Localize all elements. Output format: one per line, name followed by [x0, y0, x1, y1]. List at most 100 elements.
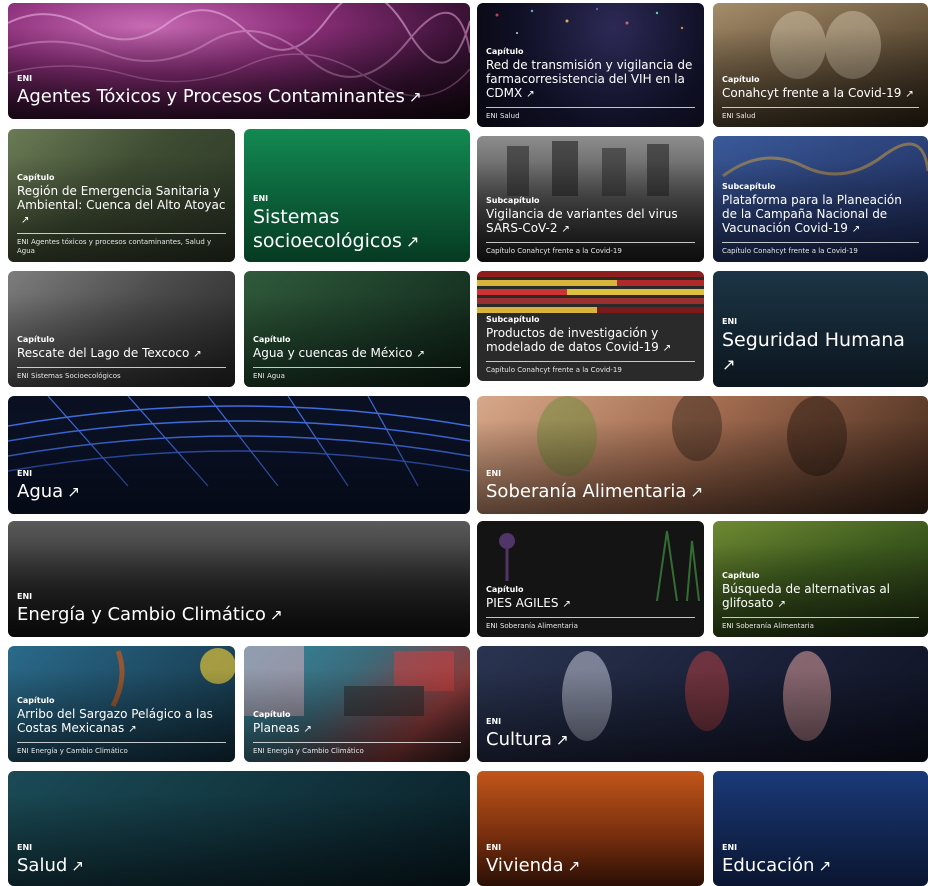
arrow-icon: ↗: [851, 224, 861, 235]
tile-soberania-alimentaria[interactable]: ENI Soberanía Alimentaria ↗: [477, 396, 928, 514]
tile-meta: ENI Sistemas Socioecológicos: [17, 372, 121, 380]
tile-content: Subcapítulo Productos de investigación y…: [486, 315, 695, 375]
tile-kicker: ENI: [17, 469, 33, 478]
tile-title: Rescate del Lago de Texcoco ↗: [17, 346, 202, 360]
tile-productos-covid[interactable]: Subcapítulo Productos de investigación y…: [477, 271, 704, 381]
tile-content: Capítulo Búsqueda de alternativas al gli…: [722, 571, 919, 631]
tile-agua-cuencas[interactable]: Capítulo Agua y cuencas de México ↗ ENI A…: [244, 271, 470, 387]
tile-meta: ENI Salud: [486, 112, 520, 120]
tile-glifosato[interactable]: Capítulo Búsqueda de alternativas al gli…: [713, 521, 928, 637]
tile-content: Capítulo Planeas ↗ ENI Energía y Cambio C…: [253, 710, 461, 756]
tile-lago-texcoco[interactable]: Capítulo Rescate del Lago de Texcoco ↗ EN…: [8, 271, 235, 387]
tile-meta: Capítulo Conahcyt frente a la Covid-19: [486, 366, 622, 374]
tile-agua[interactable]: ENI Agua ↗: [8, 396, 470, 514]
divider: [486, 361, 695, 362]
tile-salud[interactable]: ENI Salud ↗: [8, 771, 470, 886]
tile-title: Búsqueda de alternativas al glifosato ↗: [722, 582, 890, 610]
tile-meta: Capítulo Conahcyt frente a la Covid-19: [722, 247, 858, 255]
arrow-icon: ↗: [567, 857, 581, 875]
divider: [253, 367, 461, 368]
tile-title: Productos de investigación y modelado de…: [486, 326, 672, 354]
arrow-icon: ↗: [662, 343, 672, 354]
tile-kicker: Capítulo: [17, 696, 55, 705]
tile-content: ENI Vivienda ↗: [486, 843, 695, 878]
tile-content: Capítulo Conahcyt frente a la Covid-19 ↗ …: [722, 75, 919, 121]
tile-content: Capítulo Agua y cuencas de México ↗ ENI A…: [253, 335, 461, 381]
tile-cultura[interactable]: ENI Cultura ↗: [477, 646, 928, 762]
tile-planeas[interactable]: Capítulo Planeas ↗ ENI Energía y Cambio C…: [244, 646, 470, 762]
tile-plataforma-vacunacion[interactable]: Subcapítulo Plataforma para la Planeació…: [713, 136, 928, 262]
tile-kicker: Capítulo: [486, 47, 524, 56]
tile-title: Sistemas socioecológicos ↗: [253, 206, 420, 252]
tile-title: Red de transmisión y vigilancia de farma…: [486, 58, 693, 100]
tile-kicker: ENI: [486, 717, 502, 726]
arrow-icon: ↗: [408, 88, 422, 106]
tile-content: Capítulo Rescate del Lago de Texcoco ↗ EN…: [17, 335, 226, 381]
tile-content: ENI Sistemas socioecológicos ↗: [253, 194, 461, 254]
tile-title: PIES AGILES ↗: [486, 596, 572, 610]
tile-kicker: Capítulo: [253, 335, 291, 344]
divider: [17, 367, 226, 368]
arrow-icon: ↗: [526, 89, 535, 100]
tile-kicker: Capítulo: [486, 585, 524, 594]
arrow-icon: ↗: [416, 349, 425, 360]
tile-kicker: ENI: [722, 843, 738, 852]
divider: [722, 107, 919, 108]
arrow-icon: ↗: [71, 857, 85, 875]
tile-sistemas-socioecologicos[interactable]: ENI Sistemas socioecológicos ↗: [244, 129, 470, 262]
tile-educacion[interactable]: ENI Educación ↗: [713, 771, 928, 886]
tile-sargazo[interactable]: Capítulo Arribo del Sargazo Pelágico a l…: [8, 646, 235, 762]
tile-content: Subcapítulo Vigilancia de variantes del …: [486, 196, 695, 256]
tile-meta: ENI Salud: [722, 112, 756, 120]
arrow-icon: ↗: [303, 724, 313, 735]
tile-title: Salud ↗: [17, 855, 85, 876]
tile-pies-agiles[interactable]: Capítulo PIES AGILES ↗ ENI Soberanía Alim…: [477, 521, 704, 637]
tile-kicker: ENI: [486, 469, 502, 478]
tile-title: Agua ↗: [17, 481, 81, 502]
tile-meta: Capítulo Conahcyt frente a la Covid-19: [486, 247, 622, 255]
divider: [722, 242, 919, 243]
tile-title: Vigilancia de variantes del virus SARS-C…: [486, 207, 678, 235]
tile-kicker: Capítulo: [253, 710, 291, 719]
arrow-icon: ↗: [561, 224, 571, 235]
arrow-icon: ↗: [193, 349, 202, 360]
tile-meta: ENI Soberanía Alimentaria: [722, 622, 814, 630]
tile-content: ENI Cultura ↗: [486, 717, 919, 752]
arrow-icon: ↗: [67, 483, 81, 501]
tile-title: Región de Emergencia Sanitaria y Ambient…: [17, 184, 226, 226]
tile-title: Planeas ↗: [253, 721, 313, 735]
tile-vigilancia-variantes[interactable]: Subcapítulo Vigilancia de variantes del …: [477, 136, 704, 262]
tile-meta: ENI Energía y Cambio Climático: [253, 747, 364, 755]
tile-agentes-toxicos[interactable]: ENI Agentes Tóxicos y Procesos Contamina…: [8, 3, 470, 119]
tile-content: ENI Seguridad Humana ↗: [722, 317, 919, 377]
divider: [486, 617, 695, 618]
tile-title: Agua y cuencas de México ↗: [253, 346, 425, 360]
tile-content: ENI Agua ↗: [17, 469, 461, 504]
tile-red-transmision-vih[interactable]: Capítulo Red de transmisión y vigilancia…: [477, 3, 704, 127]
tile-content: ENI Soberanía Alimentaria ↗: [486, 469, 919, 504]
tile-conahcyt-covid[interactable]: Capítulo Conahcyt frente a la Covid-19 ↗ …: [713, 3, 928, 127]
tile-seguridad-humana[interactable]: ENI Seguridad Humana ↗: [713, 271, 928, 387]
tile-energia-cambio-climatico[interactable]: ENI Energía y Cambio Climático ↗: [8, 521, 470, 637]
tile-region-emergencia[interactable]: Capítulo Región de Emergencia Sanitaria …: [8, 129, 235, 262]
divider: [486, 242, 695, 243]
divider: [17, 233, 226, 234]
tile-kicker: Capítulo: [722, 75, 760, 84]
arrow-icon: ↗: [905, 89, 914, 100]
tile-content: Capítulo Región de Emergencia Sanitaria …: [17, 173, 226, 256]
tile-meta: ENI Energía y Cambio Climático: [17, 747, 128, 755]
tile-title: Cultura ↗: [486, 729, 569, 750]
tile-kicker: ENI: [17, 74, 33, 83]
heatmap-image: [477, 271, 704, 313]
tile-title: Soberanía Alimentaria ↗: [486, 481, 704, 502]
arrow-icon: ↗: [21, 215, 30, 226]
divider: [722, 617, 919, 618]
tile-content: ENI Salud ↗: [17, 843, 461, 878]
tile-title: Educación ↗: [722, 855, 832, 876]
tile-meta: ENI Agua: [253, 372, 285, 380]
tile-title: Seguridad Humana ↗: [722, 328, 919, 377]
tile-kicker: Subcapítulo: [486, 196, 540, 205]
arrow-icon: ↗: [562, 599, 572, 610]
tile-vivienda[interactable]: ENI Vivienda ↗: [477, 771, 704, 886]
tile-kicker: ENI: [722, 317, 738, 326]
